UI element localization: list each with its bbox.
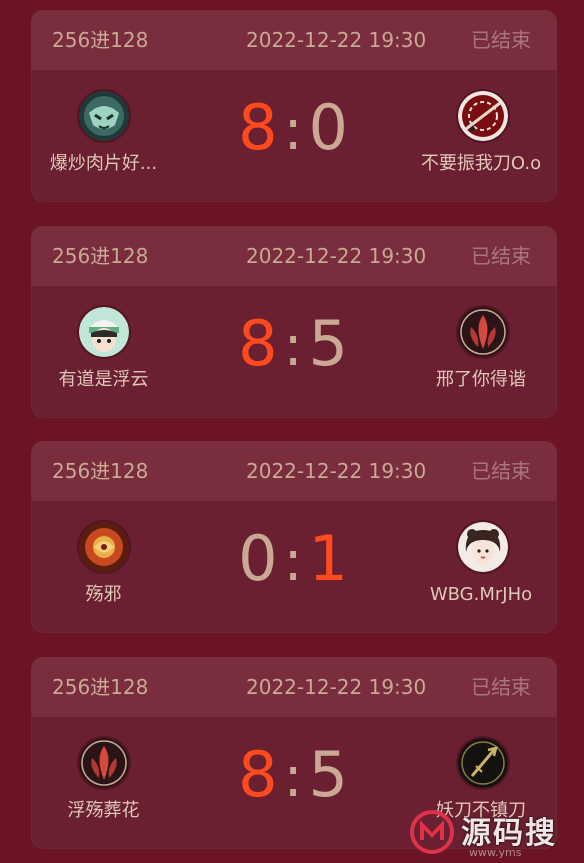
match-score: 8:5 [221,735,365,818]
player-name-left: 有道是浮云 [58,369,149,390]
match-score: 8:5 [221,304,365,387]
match-round: 256进128 [52,28,149,52]
match-header: 256进128 2022-12-22 19:30 已结束 [31,10,557,70]
match-card[interactable]: 256进128 2022-12-22 19:30 已结束 爆炒肉片好... 8:… [31,10,557,202]
player-avatar[interactable] [458,307,508,357]
score-separator: : [283,314,303,379]
match-header: 256进128 2022-12-22 19:30 已结束 [31,441,557,501]
score-separator: : [283,98,303,163]
match-status: 已结束 [471,244,531,268]
match-time: 2022-12-22 19:30 [246,244,427,268]
match-round: 256进128 [52,675,149,699]
player-name-left: 浮殇葬花 [67,800,140,821]
watermark-url: www.yms [469,846,522,859]
match-body: 殇邪 0:1 WBG.MrJHo [31,501,557,633]
match-score: 8:0 [221,88,365,171]
match-round: 256进128 [52,244,149,268]
score-left: 8 [238,738,278,811]
score-separator: : [283,745,303,810]
match-body: 有道是浮云 8:5 邢了你得谐 [31,286,557,418]
score-left: 8 [238,91,278,164]
player-avatar[interactable] [458,738,508,788]
player-avatar[interactable] [79,307,129,357]
score-separator: : [283,529,303,594]
match-header: 256进128 2022-12-22 19:30 已结束 [31,657,557,717]
match-card[interactable]: 256进128 2022-12-22 19:30 已结束 有道是浮云 8:5 [31,226,557,418]
match-time: 2022-12-22 19:30 [246,459,427,483]
player-name-left: 爆炒肉片好... [49,153,158,174]
score-right: 5 [308,738,348,811]
match-round: 256进128 [52,459,149,483]
player-name-right: WBG.MrJHo [429,584,533,605]
match-status: 已结束 [471,675,531,699]
watermark-logo-icon [410,810,454,854]
player-name-right: 不要振我刀O.o [420,153,542,174]
score-right: 5 [308,307,348,380]
player-avatar[interactable] [79,91,129,141]
match-time: 2022-12-22 19:30 [246,28,427,52]
match-status: 已结束 [471,28,531,52]
player-avatar[interactable] [79,738,129,788]
score-left: 8 [238,307,278,380]
player-name-left: 殇邪 [85,584,122,605]
match-card[interactable]: 256进128 2022-12-22 19:30 已结束 殇邪 0:1 WBG… [31,441,557,633]
player-avatar[interactable] [458,522,508,572]
player-avatar[interactable] [458,91,508,141]
match-status: 已结束 [471,459,531,483]
watermark: 源码搜 www.yms [409,806,584,863]
match-score: 0:1 [221,519,365,602]
match-body: 爆炒肉片好... 8:0 不要振我刀O.o [31,70,557,202]
match-time: 2022-12-22 19:30 [246,675,427,699]
score-right: 1 [308,522,348,595]
player-name-right: 邢了你得谐 [436,369,526,390]
score-right: 0 [308,91,348,164]
score-left: 0 [238,522,278,595]
match-header: 256进128 2022-12-22 19:30 已结束 [31,226,557,286]
player-avatar[interactable] [79,522,129,572]
